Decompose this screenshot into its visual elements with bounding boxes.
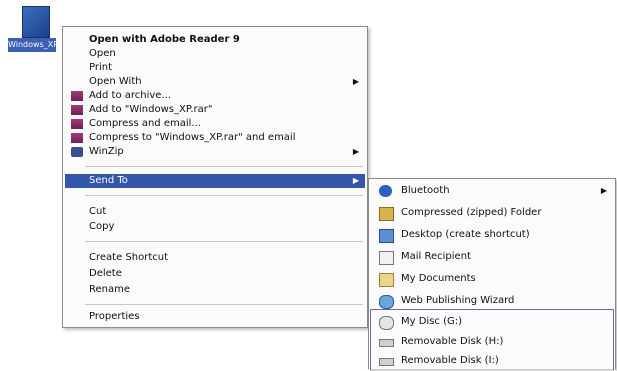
- desktop-file-icon[interactable]: Windows_XP: [8, 6, 56, 52]
- send-to-removable-disk-h[interactable]: Removable Disk (H:): [371, 332, 613, 352]
- send-to-compressed-folder[interactable]: Compressed (zipped) Folder: [371, 203, 613, 223]
- menu-item-add-to-rar[interactable]: Add to "Windows_XP.rar": [65, 103, 365, 117]
- zip-folder-icon: [379, 207, 394, 221]
- folder-icon: [379, 273, 394, 287]
- menu-item-cut[interactable]: Cut: [65, 205, 365, 219]
- removable-disk-icon: [379, 358, 394, 366]
- send-to-bluetooth[interactable]: Bluetooth ▶: [371, 181, 613, 201]
- send-to-mail-recipient[interactable]: Mail Recipient: [371, 247, 613, 267]
- mail-icon: [379, 251, 394, 265]
- winzip-icon: [71, 147, 83, 157]
- desktop-file-label: Windows_XP: [8, 38, 56, 52]
- menu-item-properties[interactable]: Properties: [65, 310, 365, 324]
- desktop-icon: [379, 229, 394, 243]
- winrar-archive-icon: [71, 91, 83, 101]
- submenu-arrow-icon: ▶: [352, 176, 359, 185]
- winrar-archive-icon: [71, 105, 83, 115]
- menu-item-rename[interactable]: Rename: [65, 283, 365, 297]
- menu-item-print[interactable]: Print: [65, 61, 365, 75]
- web-publish-icon: [379, 295, 394, 309]
- submenu-arrow-icon: ▶: [600, 186, 607, 195]
- winrar-archive-icon: [71, 133, 83, 143]
- menu-item-compress-to-rar-and-email[interactable]: Compress to "Windows_XP.rar" and email: [65, 131, 365, 145]
- menu-item-open-with[interactable]: Open With ▶: [65, 75, 365, 89]
- menu-separator: [85, 241, 363, 242]
- disc-drive-icon: [379, 316, 394, 330]
- menu-item-delete[interactable]: Delete: [65, 267, 365, 281]
- menu-item-add-to-archive[interactable]: Add to archive...: [65, 89, 365, 103]
- menu-separator: [85, 195, 363, 196]
- removable-disk-icon: [379, 339, 394, 347]
- send-to-removable-disk-i[interactable]: Removable Disk (I:): [371, 351, 613, 371]
- menu-item-send-to[interactable]: Send To ▶: [65, 174, 365, 188]
- send-to-desktop[interactable]: Desktop (create shortcut): [371, 225, 613, 245]
- menu-item-open-with-adobe-reader[interactable]: Open with Adobe Reader 9: [65, 33, 365, 47]
- context-menu: Open with Adobe Reader 9 Open Print Open…: [62, 26, 368, 328]
- send-to-my-disc-g[interactable]: My Disc (G:): [371, 312, 613, 332]
- menu-item-compress-and-email[interactable]: Compress and email...: [65, 117, 365, 131]
- menu-separator: [85, 166, 363, 167]
- menu-item-copy[interactable]: Copy: [65, 220, 365, 234]
- menu-separator: [85, 304, 363, 305]
- submenu-arrow-icon: ▶: [352, 147, 359, 156]
- menu-item-create-shortcut[interactable]: Create Shortcut: [65, 251, 365, 265]
- bluetooth-icon: [379, 185, 392, 197]
- pdf-file-icon: [22, 6, 50, 38]
- menu-item-winzip[interactable]: WinZip ▶: [65, 145, 365, 159]
- submenu-arrow-icon: ▶: [352, 77, 359, 86]
- send-to-my-documents[interactable]: My Documents: [371, 269, 613, 289]
- send-to-submenu: Bluetooth ▶ Compressed (zipped) Folder D…: [368, 178, 616, 371]
- winrar-archive-icon: [71, 119, 83, 129]
- send-to-web-publishing-wizard[interactable]: Web Publishing Wizard: [371, 291, 613, 311]
- menu-item-open[interactable]: Open: [65, 47, 365, 61]
